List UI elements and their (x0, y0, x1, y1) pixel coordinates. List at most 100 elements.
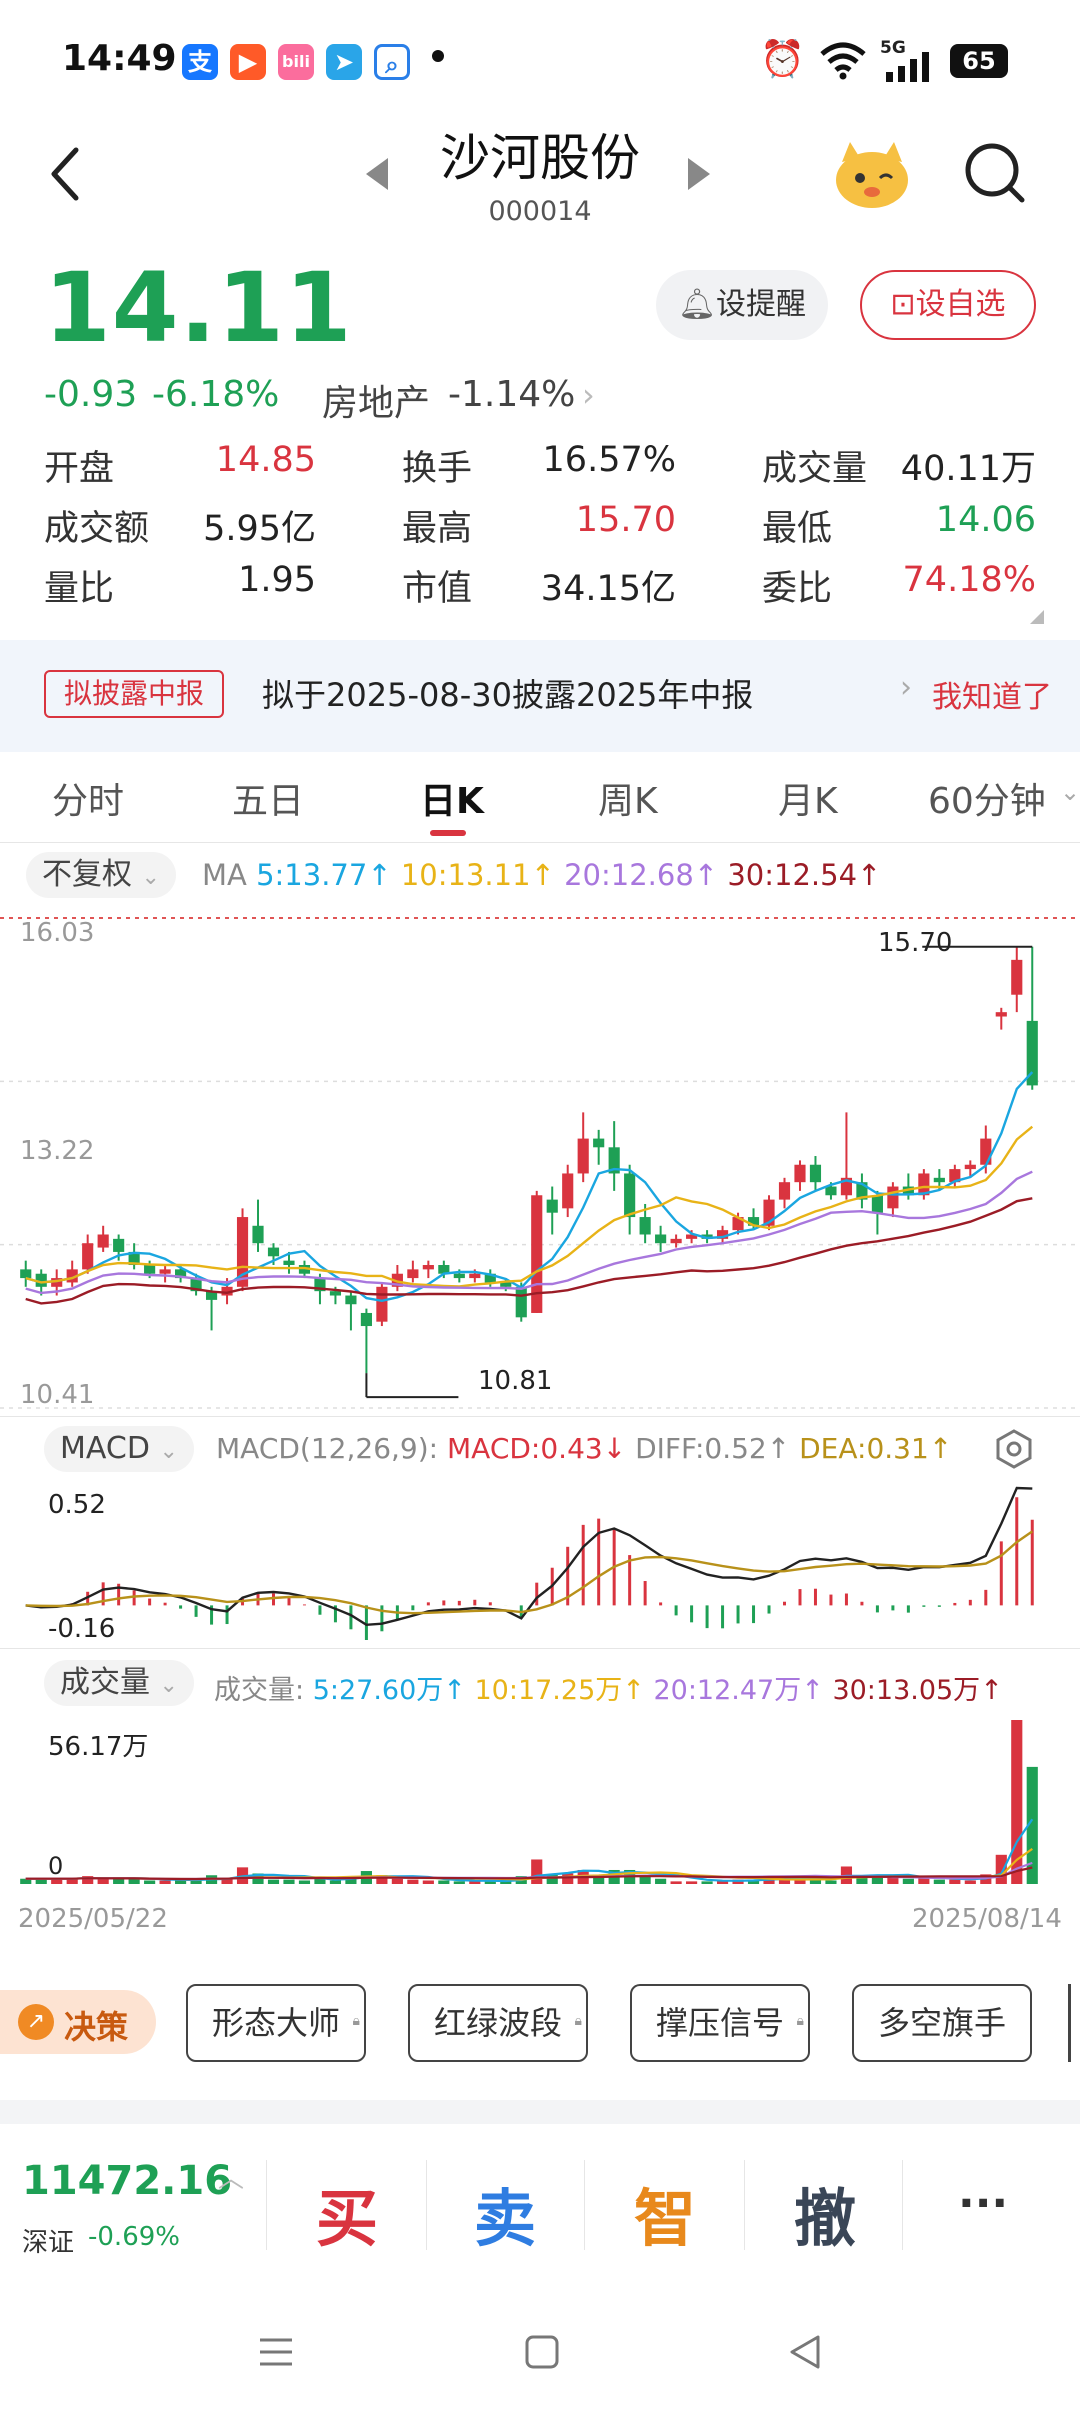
ma5-value: 5:13.77 (256, 858, 368, 892)
tool-label: 撑压信号 (655, 2004, 784, 2042)
mkt-cap-value: 34.15亿 (540, 569, 676, 609)
kline-bottom-axis: 10.41 (20, 1380, 95, 1410)
candle-body (980, 1138, 992, 1165)
sector-change[interactable]: -1.14% (448, 374, 575, 415)
high-label: 最高 (402, 509, 473, 549)
volume-bar (298, 1880, 311, 1884)
tool-bull-bear[interactable]: 多空旗手 (852, 1984, 1032, 2062)
dea-arrow: ↑ (928, 1432, 953, 1465)
price-change-pct: -6.18% (152, 374, 280, 415)
vol-ma20: 20:12.47万 (653, 1675, 802, 1706)
candle-body (577, 1138, 589, 1174)
set-alert-button[interactable]: 🔔︎设提醒 (656, 270, 828, 340)
macd-chart[interactable] (0, 1480, 1080, 1648)
tab-daily-k[interactable]: 日K (420, 772, 484, 824)
ma-prefix: MA (202, 858, 247, 892)
vol-ratio-label: 量比 (44, 569, 115, 609)
current-price: 14.11 (44, 252, 353, 364)
macd-arrow: ↓ (602, 1432, 627, 1465)
tool-pattern-master[interactable]: 形态大师 🔒︎ (186, 1984, 366, 2062)
stock-name: 沙河股份 (440, 129, 640, 187)
candle-body (159, 1269, 171, 1274)
tab-monthly-k[interactable]: 月K (778, 772, 838, 824)
signal-icon (886, 52, 929, 82)
home-nav-icon[interactable] (522, 2332, 562, 2372)
ma20-value: 20:12.68 (564, 858, 694, 892)
kline-top-axis: 16.03 (20, 918, 95, 948)
candle-body (995, 1012, 1007, 1017)
add-watchlist-button[interactable]: ⊡设自选 (860, 270, 1036, 340)
back-nav-icon[interactable] (786, 2332, 826, 2372)
tab-minute[interactable]: 分时 (52, 772, 124, 824)
bilibili-icon: bili (278, 44, 314, 80)
mkt-cap-label: 市值 (402, 569, 473, 609)
macd-value: MACD:0.43 (447, 1432, 603, 1465)
buy-button[interactable]: 买 (316, 2168, 378, 2258)
kline-chart[interactable] (0, 908, 1080, 1416)
open-value: 14.85 (215, 440, 316, 480)
tool-red-green-wave[interactable]: 红绿波段 🔒︎ (408, 1984, 588, 2062)
menu-nav-icon[interactable] (256, 2332, 296, 2372)
section-gap (0, 2100, 1080, 2124)
candle-body (825, 1186, 837, 1196)
high-value: 15.70 (575, 500, 676, 540)
chat-app-icon: ⌕ (374, 44, 410, 80)
mascot-icon[interactable] (832, 136, 912, 212)
decision-button[interactable]: ↗ 决策 (0, 1990, 156, 2054)
candle-body (964, 1164, 976, 1170)
ma10-arrow: ↑ (530, 858, 555, 892)
kline-mid-axis: 13.22 (20, 1136, 95, 1166)
volume-bar (175, 1880, 187, 1884)
video-app-icon: ▶ (230, 44, 266, 80)
tab-dropdown-icon[interactable]: ⌄ (1060, 778, 1080, 806)
next-tool-edge (1068, 1984, 1071, 2062)
vol-ma5-arrow: ↑ (443, 1675, 466, 1706)
date-start: 2025/05/22 (18, 1904, 168, 1934)
more-button[interactable]: ··· (958, 2178, 1008, 2229)
volume-bar (329, 1880, 342, 1884)
smart-button[interactable]: 智 (634, 2168, 696, 2258)
settings-hex-icon[interactable] (994, 1428, 1034, 1470)
divider (0, 842, 1080, 843)
sell-button[interactable]: 卖 (474, 2168, 536, 2258)
volume-selector[interactable]: 成交量 ⌄ (44, 1660, 194, 1706)
candle-body (531, 1195, 543, 1313)
acknowledge-link[interactable]: 我知道了 (932, 672, 1052, 716)
adjust-selector[interactable]: 不复权 ⌄ (26, 852, 176, 898)
candle-body (20, 1269, 32, 1279)
volume-bar (701, 1881, 713, 1884)
volume-chart[interactable] (0, 1714, 1080, 1890)
volume-bar (995, 1854, 1007, 1884)
chevron-up-icon[interactable]: ︿ (218, 2158, 244, 2195)
candle-body (933, 1177, 945, 1183)
volume-label: 成交量 (762, 449, 868, 489)
search-icon[interactable] (962, 140, 1028, 206)
tool-label: 红绿波段 (433, 2004, 562, 2042)
chevron-down-icon: ⌄ (141, 865, 160, 890)
tab-weekly-k[interactable]: 周K (598, 772, 658, 824)
macd-legend: MACD(12,26,9): MACD:0.43↓ DIFF:0.52↑ DEA… (216, 1432, 952, 1465)
expand-corner-icon[interactable] (1030, 610, 1044, 624)
tab-five-day[interactable]: 五日 (232, 772, 304, 824)
index-value[interactable]: 11472.16 (22, 2158, 232, 2204)
cancel-order-button[interactable]: 撤 (794, 2168, 856, 2258)
volume-bar (686, 1881, 698, 1884)
active-tab-indicator (430, 830, 466, 836)
amount-value: 5.95亿 (203, 509, 316, 549)
vol-ma20-arrow: ↑ (801, 1675, 824, 1706)
macd-top-axis: 0.52 (48, 1490, 106, 1520)
candle-body (778, 1182, 791, 1200)
sector-name[interactable]: 房地产 (322, 374, 430, 426)
kline-high-label: 15.70 (878, 928, 953, 958)
candle-body (283, 1260, 295, 1266)
candle-body (144, 1265, 156, 1274)
tab-60min[interactable]: 60分钟 (928, 772, 1046, 824)
dea-line (25, 1530, 1033, 1615)
macd-selector[interactable]: MACD ⌄ (44, 1426, 194, 1472)
candle-body (422, 1265, 434, 1270)
candle-body (97, 1234, 109, 1248)
sector-chevron-icon[interactable]: › (582, 376, 595, 414)
tool-support-resistance[interactable]: 撑压信号 🔒︎ (630, 1984, 810, 2062)
candle-body (252, 1225, 264, 1244)
watchlist-icon: ⊡ (890, 287, 916, 322)
